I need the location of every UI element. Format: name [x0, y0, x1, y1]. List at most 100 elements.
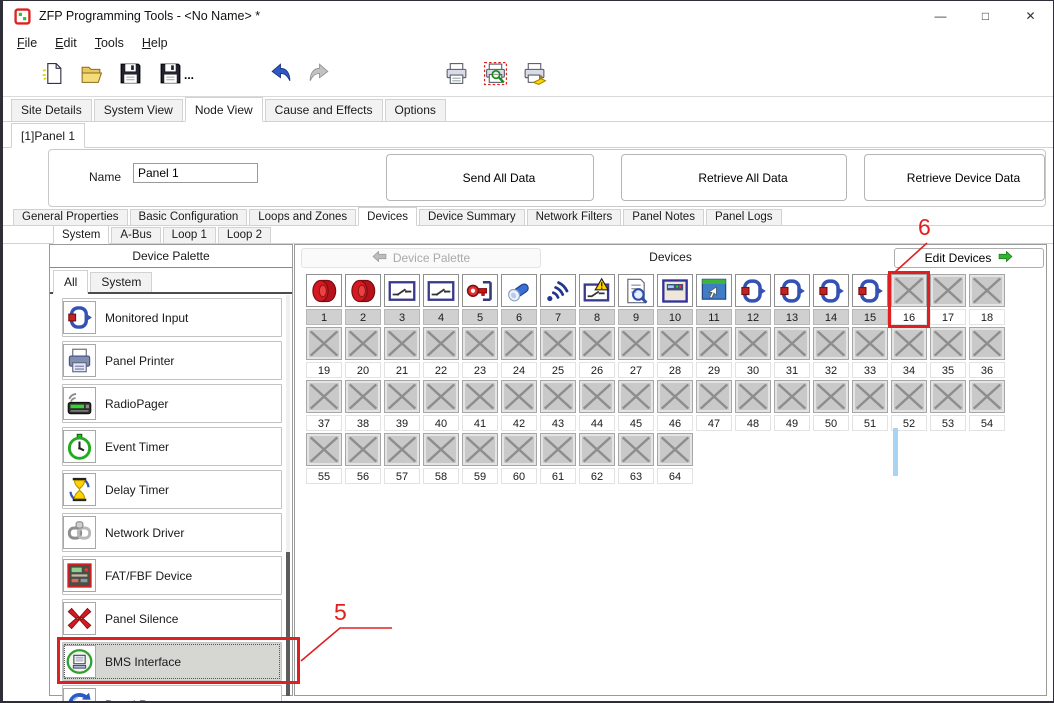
panel-tab-device-summary[interactable]: Device Summary — [419, 209, 525, 225]
device-cell-40[interactable]: 40 — [423, 380, 459, 431]
loop-tab-a-bus[interactable]: A-Bus — [111, 227, 160, 243]
device-cell-44[interactable]: 44 — [579, 380, 615, 431]
device-cell-24[interactable]: 24 — [501, 327, 537, 378]
device-cell-14[interactable]: 14 — [813, 274, 849, 325]
menu-help[interactable]: Help — [133, 34, 177, 52]
palette-item-event-timer[interactable]: Event Timer — [62, 427, 282, 466]
tab-system-view[interactable]: System View — [94, 99, 183, 121]
panel-tab-general-properties[interactable]: General Properties — [13, 209, 128, 225]
device-cell-3[interactable]: 3 — [384, 274, 420, 325]
device-cell-39[interactable]: 39 — [384, 380, 420, 431]
tab-site-details[interactable]: Site Details — [11, 99, 92, 121]
device-cell-27[interactable]: 27 — [618, 327, 654, 378]
device-cell-45[interactable]: 45 — [618, 380, 654, 431]
device-cell-48[interactable]: 48 — [735, 380, 771, 431]
device-cell-56[interactable]: 56 — [345, 433, 381, 484]
new-file-button[interactable] — [36, 60, 68, 90]
device-cell-47[interactable]: 47 — [696, 380, 732, 431]
device-cell-22[interactable]: 22 — [423, 327, 459, 378]
device-cell-9[interactable]: 9 — [618, 274, 654, 325]
device-cell-8[interactable]: 8 — [579, 274, 615, 325]
device-cell-58[interactable]: 58 — [423, 433, 459, 484]
device-cell-2[interactable]: 2 — [345, 274, 381, 325]
device-cell-32[interactable]: 32 — [813, 327, 849, 378]
device-cell-30[interactable]: 30 — [735, 327, 771, 378]
device-cell-11[interactable]: 11 — [696, 274, 732, 325]
device-cell-43[interactable]: 43 — [540, 380, 576, 431]
loop-tab-system[interactable]: System — [53, 225, 109, 244]
device-cell-34[interactable]: 34 — [891, 327, 927, 378]
palette-item-panel-silence[interactable]: Panel Silence — [62, 599, 282, 638]
device-cell-62[interactable]: 62 — [579, 433, 615, 484]
node-tab-1-panel-1[interactable]: [1]Panel 1 — [11, 123, 85, 148]
device-cell-15[interactable]: 15 — [852, 274, 888, 325]
device-cell-35[interactable]: 35 — [930, 327, 966, 378]
device-cell-7[interactable]: 7 — [540, 274, 576, 325]
send-all-data-button[interactable]: Send All Data — [386, 154, 594, 201]
device-cell-41[interactable]: 41 — [462, 380, 498, 431]
retrieve-all-data-button[interactable]: Retrieve All Data — [621, 154, 847, 201]
device-cell-4[interactable]: 4 — [423, 274, 459, 325]
save-as-button[interactable]: ... — [153, 60, 199, 90]
device-cell-1[interactable]: 1 — [306, 274, 342, 325]
edit-devices-button[interactable]: Edit Devices — [894, 248, 1044, 268]
palette-item-panel-printer[interactable]: Panel Printer — [62, 341, 282, 380]
panel-name-input[interactable] — [133, 163, 258, 183]
device-cell-60[interactable]: 60 — [501, 433, 537, 484]
device-cell-61[interactable]: 61 — [540, 433, 576, 484]
palette-tab-system[interactable]: System — [90, 272, 152, 292]
device-cell-5[interactable]: 5 — [462, 274, 498, 325]
panel-tab-loops-and-zones[interactable]: Loops and Zones — [249, 209, 356, 225]
device-cell-21[interactable]: 21 — [384, 327, 420, 378]
menu-tools[interactable]: Tools — [86, 34, 133, 52]
menu-file[interactable]: File — [8, 34, 46, 52]
loop-tab-loop-1[interactable]: Loop 1 — [163, 227, 216, 243]
palette-item-bms-interface[interactable]: BMS Interface — [62, 642, 282, 681]
device-cell-54[interactable]: 54 — [969, 380, 1005, 431]
device-cell-28[interactable]: 28 — [657, 327, 693, 378]
retrieve-device-data-button[interactable]: Retrieve Device Data — [864, 154, 1045, 201]
device-cell-64[interactable]: 64 — [657, 433, 693, 484]
device-cell-63[interactable]: 63 — [618, 433, 654, 484]
device-cell-36[interactable]: 36 — [969, 327, 1005, 378]
device-cell-23[interactable]: 23 — [462, 327, 498, 378]
panel-tab-panel-logs[interactable]: Panel Logs — [706, 209, 782, 225]
device-cell-18[interactable]: 18 — [969, 274, 1005, 325]
device-cell-17[interactable]: 17 — [930, 274, 966, 325]
device-cell-38[interactable]: 38 — [345, 380, 381, 431]
palette-item-panel-reset[interactable]: Panel Reset — [62, 685, 282, 703]
device-cell-12[interactable]: 12 — [735, 274, 771, 325]
device-cell-26[interactable]: 26 — [579, 327, 615, 378]
device-cell-51[interactable]: 51 — [852, 380, 888, 431]
palette-item-delay-timer[interactable]: Delay Timer — [62, 470, 282, 509]
tab-cause-and-effects[interactable]: Cause and Effects — [265, 99, 383, 121]
maximize-button[interactable]: □ — [963, 1, 1008, 31]
palette-item-radiopager[interactable]: RadioPager — [62, 384, 282, 423]
panel-tab-panel-notes[interactable]: Panel Notes — [623, 209, 704, 225]
minimize-button[interactable]: — — [918, 1, 963, 31]
device-cell-31[interactable]: 31 — [774, 327, 810, 378]
palette-tab-all[interactable]: All — [53, 270, 88, 294]
undo-button[interactable] — [264, 60, 296, 90]
device-cell-46[interactable]: 46 — [657, 380, 693, 431]
device-cell-59[interactable]: 59 — [462, 433, 498, 484]
device-cell-33[interactable]: 33 — [852, 327, 888, 378]
device-cell-57[interactable]: 57 — [384, 433, 420, 484]
device-cell-42[interactable]: 42 — [501, 380, 537, 431]
tab-node-view[interactable]: Node View — [185, 97, 263, 122]
device-cell-10[interactable]: 10 — [657, 274, 693, 325]
palette-item-monitored-input[interactable]: Monitored Input — [62, 298, 282, 337]
device-cell-19[interactable]: 19 — [306, 327, 342, 378]
device-cell-37[interactable]: 37 — [306, 380, 342, 431]
device-cell-29[interactable]: 29 — [696, 327, 732, 378]
print-setup-button[interactable] — [518, 60, 550, 90]
print-preview-button[interactable] — [479, 60, 511, 90]
device-cell-6[interactable]: 6 — [501, 274, 537, 325]
loop-tab-loop-2[interactable]: Loop 2 — [218, 227, 271, 243]
tab-options[interactable]: Options — [385, 99, 446, 121]
device-cell-50[interactable]: 50 — [813, 380, 849, 431]
palette-scrollbar-thumb[interactable] — [286, 552, 290, 696]
device-cell-53[interactable]: 53 — [930, 380, 966, 431]
device-cell-20[interactable]: 20 — [345, 327, 381, 378]
palette-item-network-driver[interactable]: Network Driver — [62, 513, 282, 552]
